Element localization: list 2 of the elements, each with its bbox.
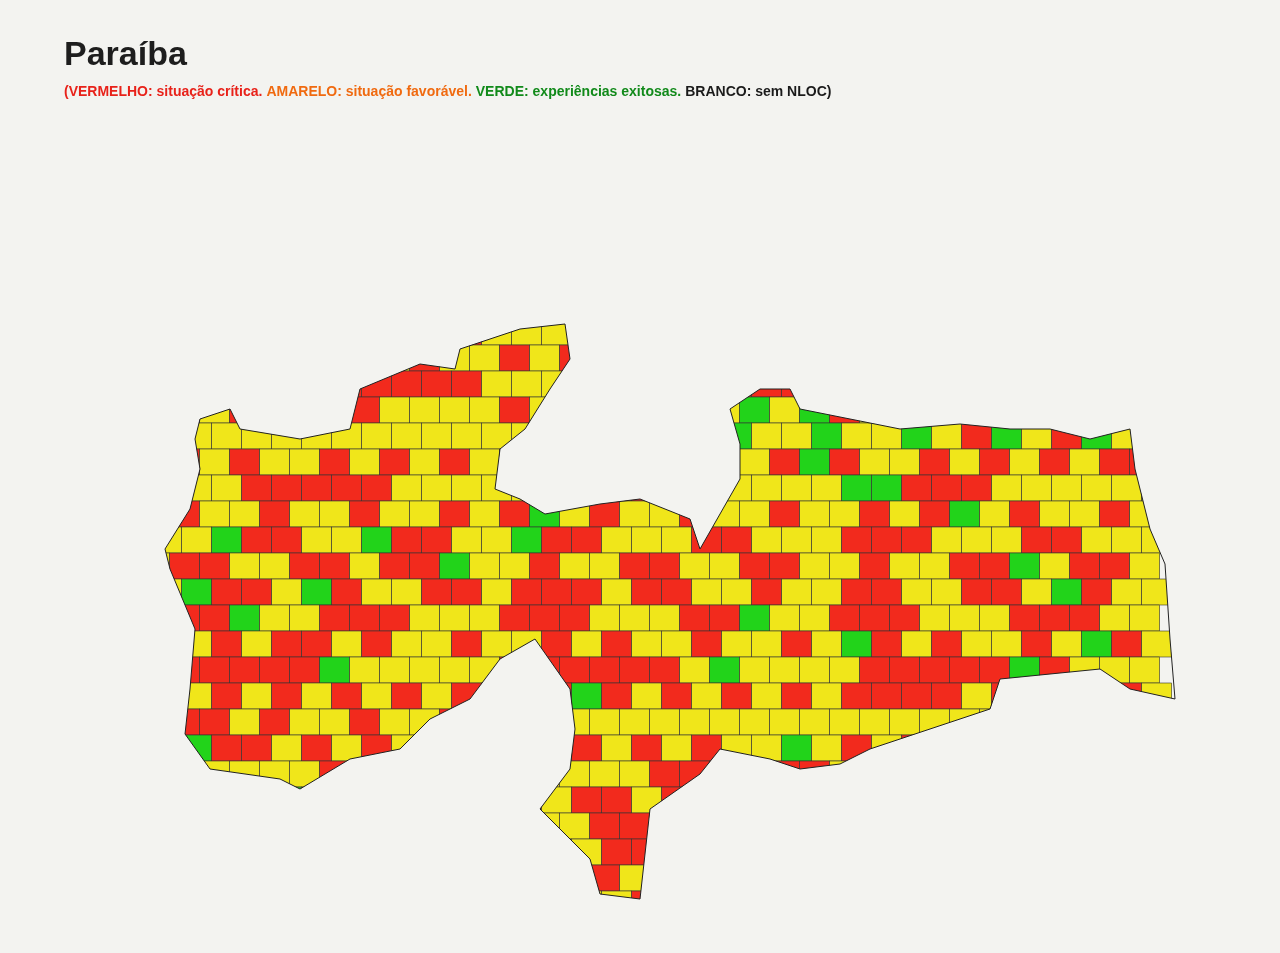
page-title: Paraíba xyxy=(64,34,188,73)
color-legend: (VERMELHO: situação crítica. AMARELO: situação favorável. VERDE: experiências exitosas. BRANCO: sem NLOC) xyxy=(64,83,1280,99)
